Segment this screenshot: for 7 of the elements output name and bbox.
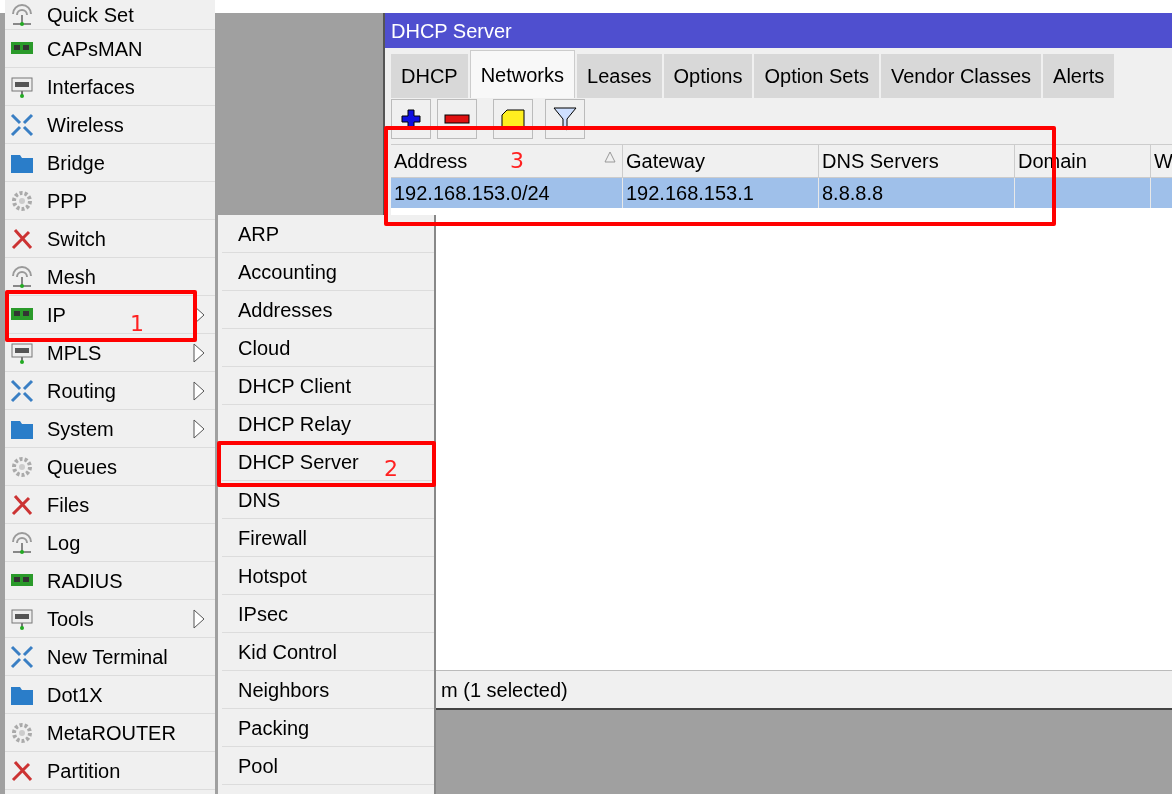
table-cell: 8.8.8.8 bbox=[819, 178, 1015, 208]
annotation-number: 2 bbox=[384, 458, 398, 480]
window-title: DHCP Server bbox=[385, 13, 1172, 48]
annotation-number: 1 bbox=[130, 313, 144, 335]
table-cell: 192.168.153.1 bbox=[623, 178, 819, 208]
annotation-number: 3 bbox=[510, 150, 524, 172]
table-cell: 192.168.153.0/24 bbox=[391, 178, 623, 208]
